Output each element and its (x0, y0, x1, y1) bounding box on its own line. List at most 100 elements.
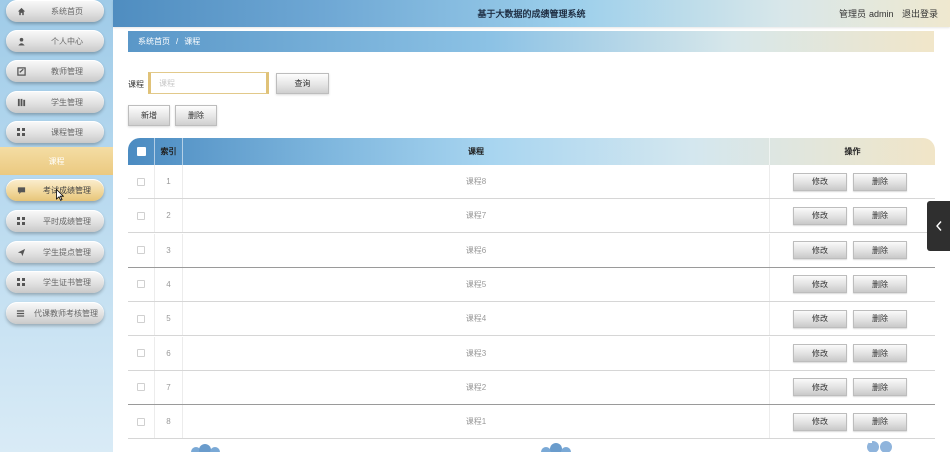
edit-button[interactable]: 修改 (793, 412, 847, 431)
row-actions: 修改 删除 (770, 302, 935, 335)
sidebar-item-teachers[interactable]: 教师管理 (6, 60, 104, 82)
row-checkbox[interactable] (137, 314, 145, 323)
sidebar-item-label: 系统首页 (51, 6, 83, 16)
sidebar-item-label: 学生提点管理 (43, 247, 91, 257)
sidebar-item-regular-scores[interactable]: 平时成绩管理 (6, 210, 104, 232)
side-panel-toggle[interactable] (927, 201, 950, 251)
row-checkbox[interactable] (137, 211, 145, 220)
delete-button[interactable]: 删除 (853, 241, 907, 260)
row-course-name: 课程1 (183, 405, 770, 439)
user-area: 管理员 admin 退出登录 (833, 7, 938, 20)
delete-button[interactable]: 删除 (853, 412, 907, 431)
comment-icon (6, 186, 36, 195)
row-checkbox[interactable] (137, 280, 145, 289)
table-row: 1 课程8 修改 删除 (128, 165, 935, 199)
edit-icon (6, 66, 36, 76)
sidebar-group-course[interactable]: 课程 (0, 147, 113, 175)
course-search-input[interactable] (148, 72, 269, 94)
row-index: 5 (155, 302, 183, 336)
row-checkbox[interactable] (137, 246, 145, 255)
grid-icon (6, 278, 36, 286)
breadcrumb-current: 课程 (184, 37, 201, 46)
table-row: 8 课程1 修改 删除 (128, 405, 935, 440)
row-checkbox[interactable] (137, 383, 145, 392)
edit-button[interactable]: 修改 (793, 344, 847, 362)
row-select-cell (128, 199, 155, 233)
sidebar-item-exam-scores[interactable]: 考试成绩管理 (6, 179, 104, 201)
row-index: 8 (155, 405, 183, 439)
row-select-cell (128, 233, 155, 267)
mouse-cursor-icon (56, 189, 64, 201)
add-button[interactable]: 新增 (128, 105, 170, 126)
row-checkbox[interactable] (137, 177, 145, 186)
row-actions: 修改 删除 (770, 268, 935, 301)
sidebar-item-students[interactable]: 学生管理 (6, 91, 104, 113)
row-checkbox[interactable] (137, 349, 145, 357)
edit-button[interactable]: 修改 (793, 206, 847, 225)
delete-button[interactable]: 删除 (853, 309, 907, 328)
sidebar-item-label: 个人中心 (51, 36, 83, 46)
breadcrumb-home[interactable]: 系统首页 (138, 36, 170, 47)
select-all-checkbox[interactable] (136, 147, 146, 156)
row-index: 2 (155, 199, 183, 233)
table-row: 2 课程7 修改 删除 (128, 199, 935, 234)
delete-button[interactable]: 删除 (853, 172, 907, 191)
sidebar: 系统首页 个人中心 教师管理 学生管理 课程管理 课程 考试成绩管理 平时成绩管… (0, 0, 113, 452)
row-course-name: 课程7 (183, 199, 770, 233)
search-button[interactable]: 查询 (276, 73, 329, 94)
delete-button[interactable]: 删除 (853, 275, 907, 294)
delete-button[interactable]: 删除 (853, 344, 907, 362)
row-actions: 修改 删除 (770, 199, 935, 232)
sidebar-item-label: 代课教师考核管理 (34, 308, 98, 318)
edit-button[interactable]: 修改 (793, 378, 847, 397)
row-select-cell (128, 370, 155, 404)
row-index: 1 (155, 165, 183, 198)
table-row: 3 课程6 修改 删除 (128, 233, 935, 268)
sidebar-item-profile[interactable]: 个人中心 (6, 30, 104, 52)
edit-button[interactable]: 修改 (793, 241, 847, 260)
row-select-cell (128, 336, 155, 370)
search-label: 课程 (128, 80, 144, 89)
cloud-decoration-icon (541, 443, 571, 452)
cloud-decoration-icon (191, 444, 220, 452)
breadcrumb-separator: / (176, 37, 179, 46)
breadcrumb: 系统首页 / 课程 (128, 31, 934, 52)
user-icon (6, 37, 36, 46)
list-icon (6, 309, 34, 318)
row-checkbox[interactable] (137, 417, 145, 426)
header-course: 课程 (183, 138, 770, 165)
app-title: 基于大数据的成绩管理系统 (477, 9, 586, 19)
book-icon (6, 98, 36, 107)
table-row: 4 课程5 修改 删除 (128, 267, 935, 302)
logout-link[interactable]: 退出登录 (902, 9, 938, 19)
edit-button[interactable]: 修改 (793, 309, 847, 328)
sidebar-item-teacher-review[interactable]: 代课教师考核管理 (6, 302, 104, 324)
row-select-cell (128, 165, 155, 198)
header-index: 索引 (155, 138, 183, 165)
row-select-cell (128, 267, 155, 301)
grid-icon (6, 217, 36, 225)
delete-button[interactable]: 删除 (853, 206, 907, 225)
batch-delete-button[interactable]: 删除 (175, 105, 217, 126)
sidebar-item-certificates[interactable]: 学生证书管理 (6, 271, 104, 293)
row-index: 6 (155, 336, 183, 370)
role-label: 管理员 (838, 9, 866, 19)
row-actions: 修改 删除 (770, 234, 935, 267)
top-bar: 基于大数据的成绩管理系统 管理员 admin 退出登录 (113, 0, 950, 27)
sidebar-item-label: 课程管理 (51, 127, 83, 137)
edit-button[interactable]: 修改 (793, 275, 847, 294)
sidebar-item-home[interactable]: 系统首页 (6, 0, 104, 22)
sidebar-item-courses[interactable]: 课程管理 (6, 121, 104, 143)
sidebar-item-label: 平时成绩管理 (43, 216, 91, 226)
row-course-name: 课程5 (183, 267, 770, 301)
sidebar-item-student-tips[interactable]: 学生提点管理 (6, 241, 104, 263)
row-course-name: 课程8 (183, 165, 770, 198)
edit-button[interactable]: 修改 (793, 172, 847, 191)
sidebar-item-label: 考试成绩管理 (43, 185, 91, 195)
delete-button[interactable]: 删除 (853, 378, 907, 397)
row-actions: 修改 删除 (770, 371, 935, 404)
username: admin (868, 9, 894, 19)
home-icon (6, 7, 36, 16)
table-row: 7 课程2 修改 删除 (128, 370, 935, 405)
row-actions: 修改 删除 (770, 405, 935, 438)
